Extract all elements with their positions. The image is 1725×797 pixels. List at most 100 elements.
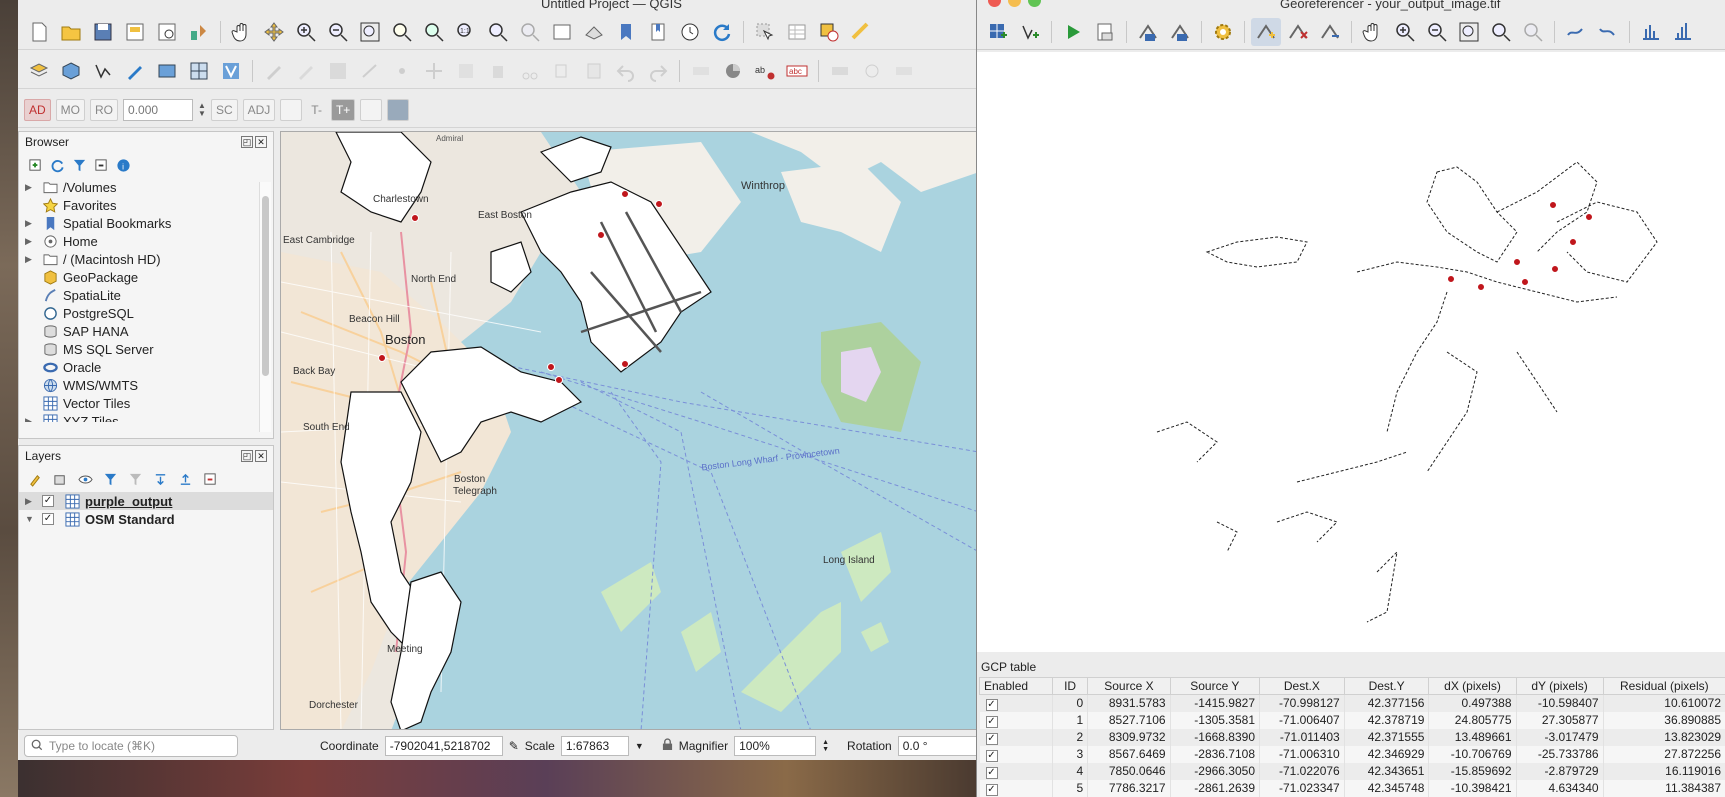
browser-item[interactable]: ▶ /Volumes (19, 178, 255, 196)
gcp-cell[interactable]: 8931.5783 (1087, 694, 1171, 712)
redo-icon[interactable] (643, 57, 673, 85)
gcp-cell[interactable]: -2966.3050 (1170, 762, 1261, 780)
zoom-next-icon[interactable] (515, 18, 545, 46)
zoom-to-layer-icon[interactable] (1454, 18, 1484, 46)
style-manager-icon[interactable] (184, 18, 214, 46)
gcp-column-header[interactable]: dX (pixels) (1428, 677, 1517, 695)
attribute-table-icon[interactable] (782, 18, 812, 46)
gcp-enabled-checkbox[interactable]: ✓ (985, 698, 998, 711)
gcp-cell[interactable]: 27.305877 (1516, 711, 1604, 729)
add-group-icon[interactable] (52, 471, 68, 487)
scale-dropdown-icon[interactable]: ▼ (635, 741, 644, 751)
zoom-to-selection-icon[interactable] (387, 18, 417, 46)
gcp-row[interactable]: ✓ 5 7786.3217 -2861.2639 -71.023347 42.345748… (979, 779, 1725, 797)
zoom-native-icon[interactable]: 1:1 (451, 18, 481, 46)
gcp-enabled-checkbox[interactable]: ✓ (985, 732, 998, 745)
gcp-cell[interactable]: 8309.9732 (1087, 728, 1171, 746)
gcp-enabled-checkbox[interactable]: ✓ (985, 766, 998, 779)
pan-to-selection-icon[interactable] (259, 18, 289, 46)
new-project-icon[interactable] (24, 18, 54, 46)
open-project-icon[interactable] (56, 18, 86, 46)
style-brush-icon[interactable] (27, 471, 43, 487)
show-bookmarks-icon[interactable] (643, 18, 673, 46)
filter-icon[interactable] (71, 157, 87, 173)
gcp-cell[interactable]: 7786.3217 (1087, 779, 1171, 797)
gcp-cell[interactable]: 11.384387 (1603, 779, 1725, 797)
coordinate-toggle-icon[interactable]: ✎ (509, 739, 519, 753)
gcp-cell[interactable]: -70.998127 (1259, 694, 1345, 712)
numeric-field[interactable]: 0.000 (123, 98, 194, 121)
expand-arrow-icon[interactable]: ▶ (25, 496, 37, 507)
histogram-stretch-icon[interactable] (1636, 18, 1666, 46)
transformation-settings-icon[interactable] (1208, 18, 1238, 46)
save-gcp-icon[interactable] (1165, 18, 1195, 46)
add-vector-layer-icon[interactable] (88, 57, 118, 85)
add-selected-icon[interactable] (27, 157, 43, 173)
zoom-last-icon[interactable] (483, 18, 513, 46)
refresh-icon[interactable] (707, 18, 737, 46)
layer-visibility-checkbox[interactable]: ✓ (42, 513, 54, 525)
minimize-window-button[interactable] (1008, 0, 1021, 7)
browser-item[interactable]: SpatiaLite (19, 286, 255, 304)
expand-arrow-icon[interactable]: ▶ (25, 416, 37, 423)
gcp-cell[interactable]: -2.879729 (1516, 762, 1604, 780)
label-tool-icon[interactable] (686, 57, 716, 85)
gcp-cell[interactable]: -71.011403 (1259, 728, 1345, 746)
paste-features-icon[interactable] (579, 57, 609, 85)
gcp-cell[interactable]: 42.377156 (1344, 694, 1430, 712)
gcp-cell[interactable]: -2861.2639 (1170, 779, 1261, 797)
gcp-row[interactable]: ✓ 4 7850.0646 -2966.3050 -71.022076 42.343651… (979, 762, 1725, 780)
spin-arrows-icon[interactable]: ▲ ▼ (198, 101, 206, 118)
gcp-cell[interactable]: 13.489661 (1428, 728, 1517, 746)
save-edits-icon[interactable] (323, 57, 353, 85)
gcp-column-header[interactable]: dY (pixels) (1515, 677, 1604, 695)
collapse-all-icon[interactable] (177, 471, 193, 487)
rotate-label-icon[interactable] (857, 57, 887, 85)
histogram-full-icon[interactable] (1668, 18, 1698, 46)
cut-features-icon[interactable] (515, 57, 545, 85)
layout-manager-icon[interactable] (152, 18, 182, 46)
float-panel-icon[interactable]: ◰ (241, 136, 253, 148)
gcp-cell[interactable]: 42.345748 (1344, 779, 1430, 797)
gcp-cell[interactable]: 16.119016 (1603, 762, 1725, 780)
add-grid-icon[interactable] (184, 57, 214, 85)
browser-item[interactable]: MS SQL Server (19, 340, 255, 358)
gcp-cell[interactable]: 42.343651 (1344, 762, 1430, 780)
gcp-cell[interactable]: 42.378719 (1344, 711, 1430, 729)
gcp-cell[interactable]: -2836.7108 (1170, 745, 1261, 763)
gcp-enabled-checkbox[interactable]: ✓ (985, 749, 998, 762)
delete-selected-icon[interactable] (483, 57, 513, 85)
sc-button[interactable]: SC (210, 98, 238, 121)
generate-gdal-script-icon[interactable] (1090, 18, 1120, 46)
gcp-cell[interactable]: -10.706769 (1428, 745, 1517, 763)
refresh-icon[interactable] (49, 157, 65, 173)
back-arrow-button[interactable] (387, 98, 410, 121)
gcp-cell[interactable]: -71.006310 (1259, 745, 1345, 763)
gcp-column-header[interactable]: Dest.X (1259, 677, 1345, 695)
gcp-row[interactable]: ✓ 1 8527.7106 -1305.3581 -71.006407 42.378719… (979, 711, 1725, 729)
move-gcp-point-icon[interactable] (1315, 18, 1345, 46)
gcp-row[interactable]: ✓ 3 8567.6469 -2836.7108 -71.006310 42.346929… (979, 745, 1725, 763)
browser-item[interactable]: SAP HANA (19, 322, 255, 340)
gcp-cell[interactable]: 42.371555 (1344, 728, 1430, 746)
visibility-eye-icon[interactable] (77, 471, 93, 487)
browser-item[interactable]: ▶ Home (19, 232, 255, 250)
undo-icon[interactable] (611, 57, 641, 85)
collapse-all-icon[interactable] (93, 157, 109, 173)
rotation-field[interactable]: 0.0 ° (897, 736, 978, 756)
temporal-controller-icon[interactable] (675, 18, 705, 46)
gcp-row[interactable]: ✓ 0 8931.5783 -1415.9827 -70.998127 42.377156… (979, 694, 1725, 712)
close-window-button[interactable] (988, 0, 1001, 7)
gcp-cell[interactable]: 0 (1052, 694, 1089, 712)
link-georef-to-qgis-icon[interactable] (1561, 18, 1591, 46)
vertex-tool-icon[interactable] (387, 57, 417, 85)
t-minus-button[interactable]: T- (307, 99, 326, 121)
new-geopackage-icon[interactable] (56, 57, 86, 85)
ro-button[interactable]: RO (90, 98, 119, 121)
layer-visibility-checkbox[interactable]: ✓ (42, 495, 54, 507)
locator-search[interactable]: Type to locate (⌘K) (24, 735, 238, 757)
gcp-cell[interactable]: 2 (1052, 728, 1089, 746)
browser-item[interactable]: WMS/WMTS (19, 376, 255, 394)
browser-item[interactable]: ▶ XYZ Tiles (19, 412, 255, 422)
gcp-cell[interactable]: 13.823029 (1603, 728, 1725, 746)
